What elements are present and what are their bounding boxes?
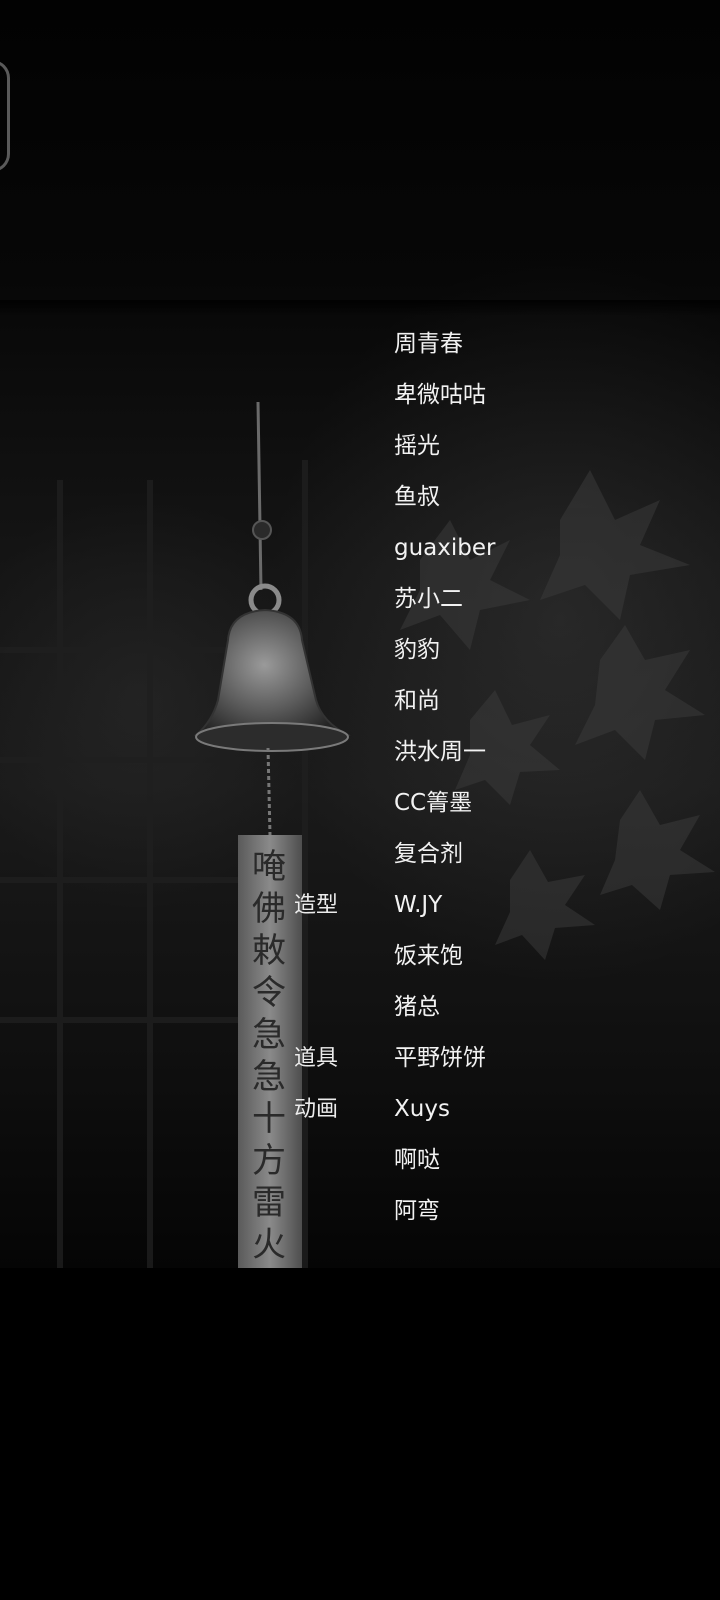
credit-name: Xuys — [394, 1096, 450, 1122]
credit-row: 复合剂 — [0, 829, 720, 880]
credit-row: 周青春 — [0, 319, 720, 370]
credit-name: 豹豹 — [394, 637, 440, 663]
credit-name: 饭来饱 — [394, 943, 463, 969]
credit-name: 摇光 — [394, 433, 440, 459]
credit-row: 摇光 — [0, 421, 720, 472]
credit-role: 道具 — [294, 1046, 339, 1071]
credit-row: 卑微咕咕 — [0, 370, 720, 421]
credit-role: 动画 — [294, 1097, 339, 1122]
credit-name: 和尚 — [394, 688, 440, 714]
credit-name: 阿弯 — [394, 1198, 440, 1224]
credit-row: CC箐墨 — [0, 778, 720, 829]
credit-row: 啊哒 — [0, 1135, 720, 1186]
credit-name: guaxiber — [394, 535, 496, 561]
credit-name: 周青春 — [394, 331, 463, 357]
credit-row: 苏小二 — [0, 574, 720, 625]
credit-row: 道具 平野饼饼 — [0, 1033, 720, 1084]
credit-name: 复合剂 — [394, 841, 463, 867]
credit-name: 洪水周一 — [394, 739, 486, 765]
credit-name: CC箐墨 — [394, 790, 473, 816]
credit-row: 饭来饱 — [0, 931, 720, 982]
back-icon[interactable] — [0, 60, 10, 172]
credit-name: 猪总 — [394, 994, 440, 1020]
credits-top-fade — [0, 300, 720, 316]
credit-name: 苏小二 — [394, 586, 463, 612]
credit-row: 猪总 — [0, 982, 720, 1033]
credit-row: 造型 W.JY — [0, 880, 720, 931]
credit-row: 阿弯 — [0, 1186, 720, 1237]
credit-name: 平野饼饼 — [394, 1045, 486, 1071]
credit-name: 卑微咕咕 — [394, 382, 486, 408]
credit-row: 鱼叔 — [0, 472, 720, 523]
credit-row: 豹豹 — [0, 625, 720, 676]
credit-name: W.JY — [394, 892, 443, 918]
credit-name: 鱼叔 — [394, 484, 440, 510]
credit-role: 造型 — [294, 893, 339, 918]
credit-row: 和尚 — [0, 676, 720, 727]
credit-row: guaxiber — [0, 523, 720, 574]
bottom-black-area — [0, 1268, 720, 1600]
credit-row: 洪水周一 — [0, 727, 720, 778]
credit-name: 啊哒 — [394, 1147, 440, 1173]
credits-list[interactable]: 周青春 卑微咕咕 摇光 鱼叔 guaxiber 苏小二 豹豹 和尚 洪水周一 C… — [0, 300, 720, 1268]
credit-row: 动画 Xuys — [0, 1084, 720, 1135]
